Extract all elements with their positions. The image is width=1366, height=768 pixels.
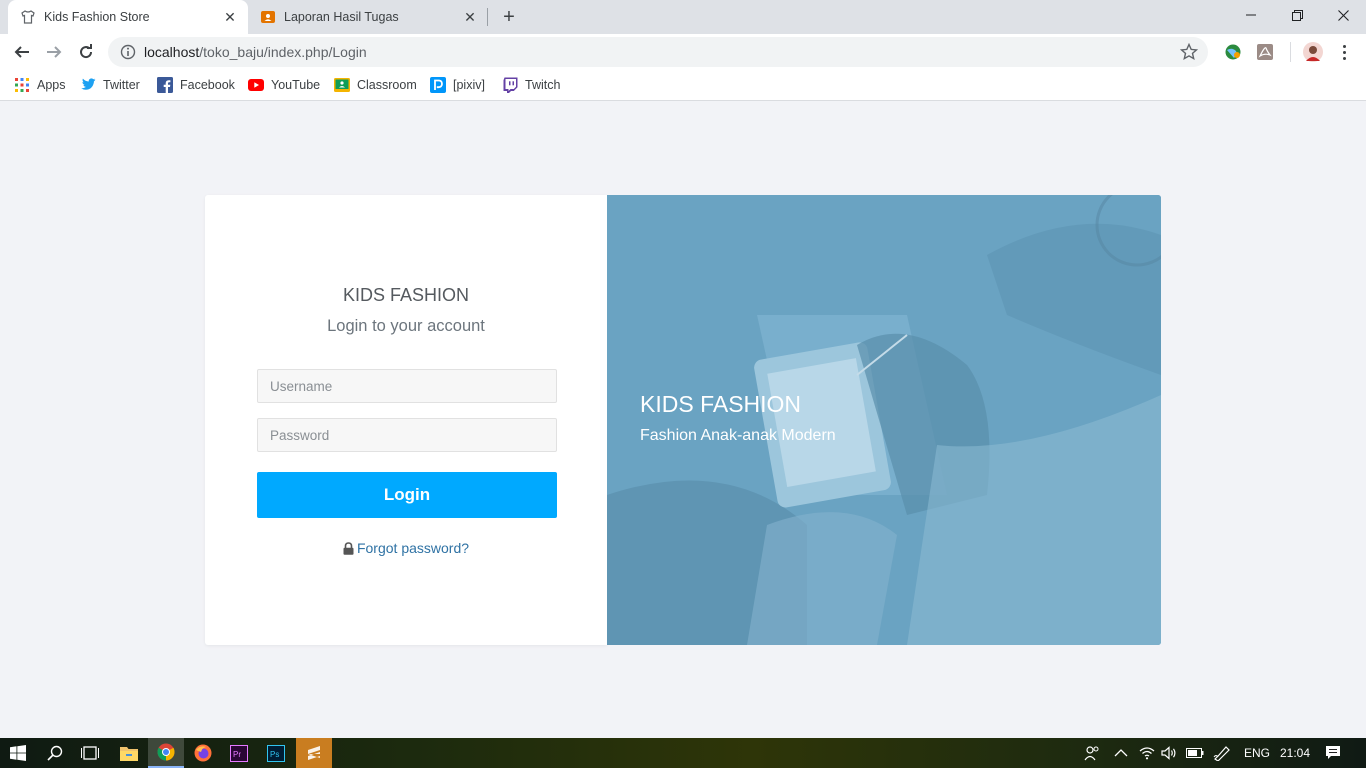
notifications-icon[interactable] [1325,745,1341,761]
file-explorer-button[interactable] [111,738,147,768]
login-card: KIDS FASHION Login to your account Login… [205,195,607,645]
minimize-button[interactable] [1228,0,1274,30]
twitter-bird-icon [80,77,96,93]
hero-panel: KIDS FASHION Fashion Anak-anak Modern [607,195,1161,645]
forgot-password-label: Forgot password? [356,540,470,556]
menu-kebab-icon[interactable] [1336,42,1352,62]
bookmark-pixiv[interactable]: [pixiv] [430,76,485,94]
restore-button[interactable] [1274,0,1320,30]
task-view-icon [81,746,99,760]
lock-icon [343,541,354,555]
language-indicator[interactable]: ENG [1244,746,1270,760]
bookmark-facebook[interactable]: Facebook [157,76,235,94]
shirt-favicon-icon [20,9,36,25]
url-path: /toko_baju/index.php/Login [199,44,367,60]
svg-text:Pr: Pr [233,750,241,759]
login-button[interactable]: Login [257,472,557,518]
battery-icon[interactable] [1186,747,1204,759]
username-input[interactable] [257,369,557,403]
chevron-up-icon[interactable] [1114,747,1128,759]
profile-avatar-icon[interactable] [1303,42,1323,62]
tab-laporan-hasil-tugas[interactable]: Laporan Hasil Tugas ✕ [248,0,488,34]
sublime-text-icon [308,746,320,760]
photoshop-taskbar-button[interactable]: Ps [258,738,294,768]
info-icon[interactable] [120,44,136,60]
back-arrow-icon [14,46,29,58]
windows-logo-icon [10,745,26,761]
taskbar: Pr Ps ENG 21:04 [0,738,1366,768]
bookmark-twitter[interactable]: Twitter [80,76,140,94]
tab-kids-fashion-store[interactable]: Kids Fashion Store ✕ [8,0,248,34]
bookmarks-bar: Apps Twitter Facebook YouTube Classroom … [0,70,1366,101]
start-button[interactable] [0,738,36,768]
bookmark-label: YouTube [271,78,321,92]
sublime-taskbar-button[interactable] [296,738,332,768]
firefox-taskbar-button[interactable] [185,738,221,768]
tab-title: Kids Fashion Store [44,10,150,24]
bookmark-youtube[interactable]: YouTube [248,76,320,94]
bookmark-apps[interactable]: Apps [14,76,66,94]
bookmark-label: Facebook [180,78,235,92]
pen-ink-icon[interactable] [1213,745,1231,761]
svg-text:Ps: Ps [270,750,279,759]
classroom-icon [334,77,350,93]
chrome-taskbar-button[interactable] [148,738,184,768]
people-icon[interactable] [1084,745,1100,761]
wifi-icon[interactable] [1139,746,1155,760]
url-host: localhost [144,44,200,60]
hero-background-illustration [607,195,1161,645]
firefox-icon [194,744,212,762]
youtube-icon [248,77,264,93]
forgot-password-link[interactable]: Forgot password? [205,540,607,556]
extension-pdf-icon[interactable] [1256,43,1274,61]
toolbar-separator [1290,42,1291,62]
close-window-button[interactable] [1320,0,1366,30]
password-input[interactable] [257,418,557,452]
url-text: localhost/toko_baju/index.php/Login [144,44,367,60]
address-bar[interactable]: localhost/toko_baju/index.php/Login [108,37,1208,67]
reload-button[interactable] [72,38,100,66]
bookmark-label: [pixiv] [453,78,485,92]
premiere-pro-icon: Pr [230,744,248,762]
bookmark-twitch[interactable]: Twitch [502,76,560,94]
hero-title: KIDS FASHION [640,391,802,417]
search-icon [47,745,63,761]
bookmark-label: Apps [37,78,66,92]
tab-separator [487,8,488,26]
bookmark-label: Twitch [525,78,561,92]
bookmark-classroom[interactable]: Classroom [334,76,417,94]
chrome-icon [157,743,175,761]
bookmark-label: Twitter [103,78,140,92]
premiere-taskbar-button[interactable]: Pr [221,738,257,768]
bookmark-label: Classroom [357,78,417,92]
volume-icon[interactable] [1161,746,1177,760]
pixiv-icon [430,77,446,93]
hero-subtitle: Fashion Anak-anak Modern [640,427,836,444]
search-button[interactable] [37,738,73,768]
forward-button[interactable] [40,38,68,66]
folder-icon [120,746,138,761]
forward-arrow-icon [47,46,62,58]
brand-title: KIDS FASHION [342,285,470,305]
photoshop-icon: Ps [267,744,285,762]
tab-close-icon[interactable]: ✕ [220,7,240,27]
new-tab-button[interactable]: + [497,5,521,29]
login-subtitle: Login to your account [327,317,485,335]
apps-grid-icon [14,77,30,93]
task-view-button[interactable] [72,738,108,768]
bookmark-star-icon[interactable] [1180,43,1198,61]
facebook-icon [157,77,173,93]
clock[interactable]: 21:04 [1280,746,1310,760]
tab-title: Laporan Hasil Tugas [284,10,399,24]
extension-globe-icon[interactable] [1224,43,1242,61]
tab-strip: Kids Fashion Store ✕ Laporan Hasil Tugas… [0,0,1366,34]
tab-close-icon[interactable]: ✕ [460,7,480,27]
browser-toolbar: localhost/toko_baju/index.php/Login [0,34,1366,70]
twitch-icon [502,77,518,93]
back-button[interactable] [8,38,36,66]
classroom-favicon-icon [260,9,276,25]
reload-icon [80,44,93,59]
